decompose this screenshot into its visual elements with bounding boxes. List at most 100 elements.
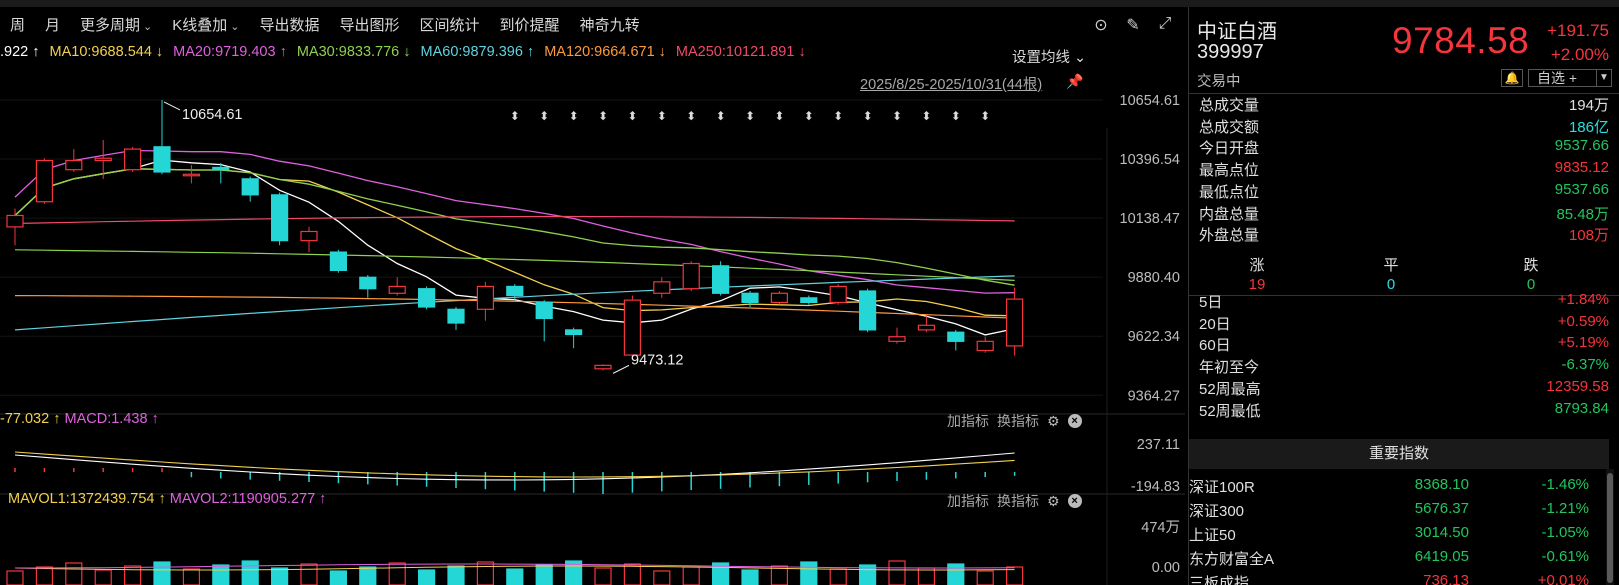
volume-legend-item: MAVOL1:1372439.754 ↑ bbox=[8, 491, 170, 507]
macd-axis-tick: -194.83 bbox=[1131, 479, 1180, 495]
signal-marker-icon: ⬍ bbox=[980, 109, 990, 123]
stat-row-label: 外盘总量 bbox=[1199, 227, 1260, 245]
index-row-change: -1.05% bbox=[1541, 524, 1589, 541]
return-row: 年初至今 -6.37% bbox=[1199, 356, 1609, 378]
stat-row: 总成交额 186亿 bbox=[1199, 116, 1609, 138]
volume-legend: MAVOL1:1372439.754 ↑ MAVOL2:1190905.277 … bbox=[0, 491, 326, 511]
signal-marker-icon: ⬍ bbox=[657, 109, 667, 123]
stat-row-label: 总成交量 bbox=[1199, 97, 1260, 114]
macd-legend-item: -77.032 ↑ bbox=[0, 411, 65, 427]
gear-icon[interactable]: ⚙ bbox=[1047, 413, 1060, 430]
candle-body bbox=[123, 148, 142, 171]
volume-bar bbox=[682, 566, 700, 585]
candle-body bbox=[829, 285, 847, 304]
stat-row-value: 186亿 bbox=[1568, 118, 1609, 136]
return-row-value: +5.19% bbox=[1557, 334, 1609, 352]
macd-indicator-controls: 加指标 换指标 ⚙ × bbox=[947, 411, 1082, 431]
index-row[interactable]: 上证50 3014.50 -1.05% bbox=[1189, 524, 1599, 548]
stat-row: 今日开盘 9537.66 bbox=[1199, 137, 1609, 159]
return-row-label: 20日 bbox=[1199, 315, 1231, 333]
index-row[interactable]: 深证300 5676.37 -1.21% bbox=[1189, 500, 1599, 524]
flat-label: 平 bbox=[1383, 257, 1399, 274]
price-change: +191.75 +2.00% bbox=[1547, 19, 1609, 67]
candle-body bbox=[917, 324, 936, 331]
volume-bar bbox=[653, 570, 671, 585]
candle-body bbox=[447, 308, 465, 324]
volume-bar bbox=[241, 560, 259, 585]
candle-body bbox=[506, 285, 524, 297]
candle-body bbox=[976, 340, 994, 352]
candle-body bbox=[388, 285, 406, 294]
candle-body bbox=[1005, 298, 1024, 347]
volume-legend-item: MAVOL2:1190905.277 ↑ bbox=[169, 491, 327, 507]
change-value: +191.75 bbox=[1547, 21, 1609, 40]
stat-row-value: 194万 bbox=[1568, 97, 1609, 114]
add-indicator-button[interactable]: 加指标 bbox=[947, 411, 989, 431]
chevron-down-icon[interactable]: ▼ bbox=[1596, 70, 1611, 86]
return-row-value: 12359.58 bbox=[1546, 377, 1609, 395]
stat-row-value: 85.48万 bbox=[1556, 205, 1609, 223]
index-row[interactable]: 东方财富全A 6419.05 -0.61% bbox=[1189, 548, 1599, 572]
volume-bar bbox=[94, 569, 112, 585]
price-axis-tick: 9880.40 bbox=[1128, 270, 1180, 286]
add-favorite-button[interactable]: 自选 + ▼ bbox=[1528, 69, 1612, 87]
candle-body bbox=[182, 173, 200, 177]
stat-row: 最低点位 9537.66 bbox=[1199, 181, 1609, 203]
add-indicator-button[interactable]: 加指标 bbox=[947, 491, 989, 511]
index-row[interactable]: 三板成指 736.13 +0.01% bbox=[1189, 572, 1599, 585]
volume-bar bbox=[271, 567, 289, 585]
index-row[interactable]: 深证100R 8368.10 -1.46% bbox=[1189, 476, 1599, 500]
price-axis-tick: 9622.34 bbox=[1128, 329, 1180, 345]
macd-axis-tick: 237.11 bbox=[1137, 437, 1180, 453]
stat-row-value: 9537.66 bbox=[1554, 180, 1609, 198]
candle-body bbox=[770, 292, 789, 304]
candle-body bbox=[535, 301, 553, 320]
bell-icon[interactable]: 🔔 bbox=[1501, 69, 1523, 87]
candle-body bbox=[682, 262, 700, 290]
candle-body bbox=[653, 281, 671, 294]
index-name: 中证白酒 bbox=[1197, 21, 1277, 43]
candle-body bbox=[65, 159, 83, 171]
volume-bar bbox=[153, 561, 171, 585]
volume-bar bbox=[594, 567, 612, 585]
volume-bar bbox=[329, 570, 347, 585]
volume-bar bbox=[182, 568, 200, 585]
scrollbar-thumb[interactable] bbox=[1607, 473, 1613, 583]
index-row-price: 8368.10 bbox=[1414, 476, 1469, 493]
candle-body bbox=[329, 251, 347, 271]
signal-marker-icon: ⬍ bbox=[686, 109, 696, 123]
index-row-price: 5676.37 bbox=[1414, 500, 1469, 517]
gear-icon[interactable]: ⚙ bbox=[1047, 493, 1060, 510]
switch-indicator-button[interactable]: 换指标 bbox=[997, 411, 1039, 431]
volume-bar bbox=[947, 563, 965, 585]
volume-bar bbox=[359, 566, 377, 585]
return-row: 52周最低 8793.84 bbox=[1199, 400, 1609, 422]
stat-row-label: 今日开盘 bbox=[1199, 140, 1260, 158]
candle-body bbox=[153, 146, 171, 173]
signal-marker-icon: ⬍ bbox=[627, 109, 637, 123]
close-icon[interactable]: × bbox=[1067, 414, 1082, 428]
return-row: 20日 +0.59% bbox=[1199, 313, 1609, 335]
ma-line-series bbox=[14, 249, 1015, 281]
volume-bar bbox=[123, 565, 142, 585]
index-row-change: -1.46% bbox=[1541, 476, 1589, 493]
volume-bar bbox=[6, 570, 24, 585]
down-label: 跌 bbox=[1523, 257, 1539, 274]
high-pointer bbox=[163, 101, 181, 111]
candle-body bbox=[6, 214, 24, 228]
switch-indicator-button[interactable]: 换指标 bbox=[997, 491, 1039, 511]
trading-status: 交易中 bbox=[1197, 74, 1241, 90]
signal-marker-icon: ⬍ bbox=[539, 109, 549, 123]
return-row: 52周最高 12359.58 bbox=[1199, 378, 1609, 400]
index-row-name: 深证100R bbox=[1189, 479, 1255, 496]
signal-marker-icon: ⬍ bbox=[569, 109, 579, 123]
volume-axis-tick: 0.00 bbox=[1152, 560, 1180, 576]
return-row-value: +0.59% bbox=[1557, 312, 1609, 330]
volume-bar bbox=[623, 563, 642, 585]
volume-bar bbox=[212, 564, 230, 585]
candle-body bbox=[271, 194, 289, 242]
volume-bar bbox=[888, 560, 906, 585]
close-icon[interactable]: × bbox=[1067, 494, 1082, 508]
indices-scrollbar[interactable] bbox=[1606, 469, 1614, 585]
volume-bar bbox=[506, 568, 524, 585]
